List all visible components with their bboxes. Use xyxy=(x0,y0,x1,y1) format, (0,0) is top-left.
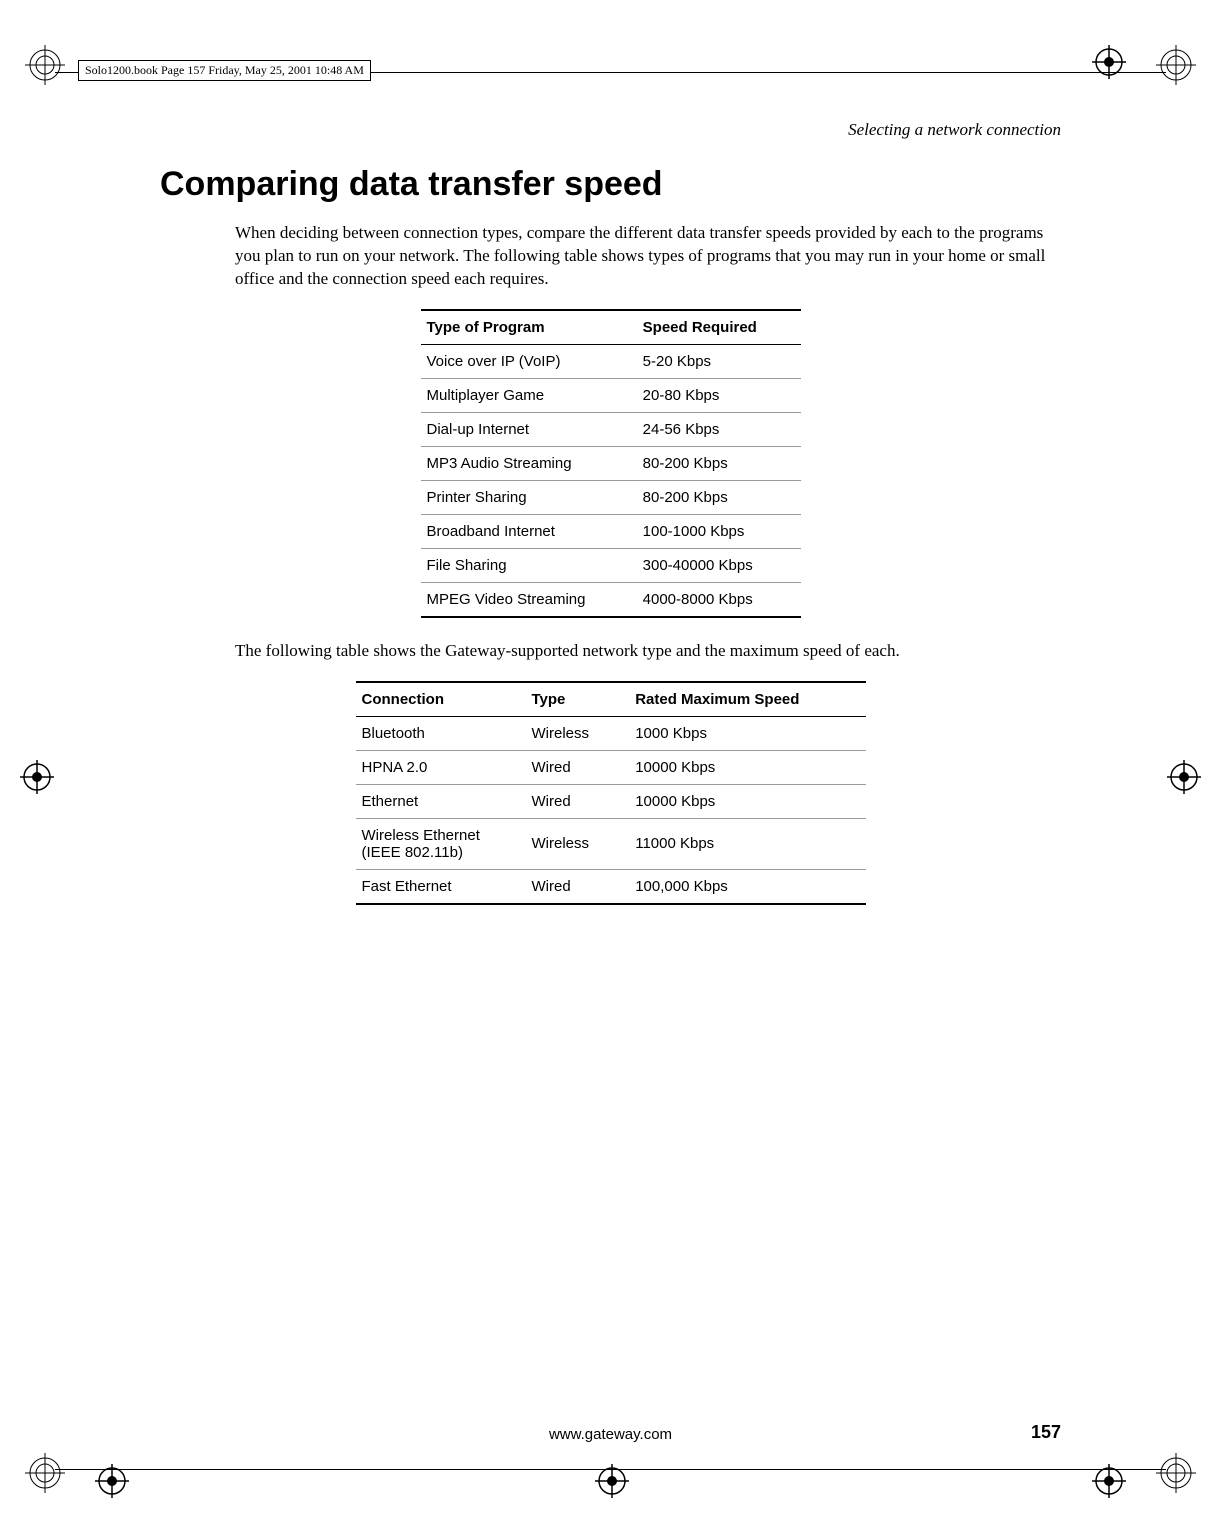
table-cell: Multiplayer Game xyxy=(421,378,637,412)
footer: www.gateway.com 157 xyxy=(160,1426,1061,1443)
footer-url: www.gateway.com xyxy=(549,1426,672,1443)
crosshair-icon xyxy=(1092,45,1126,79)
table-cell: File Sharing xyxy=(421,548,637,582)
table-cell: 10000 Kbps xyxy=(629,784,865,818)
table-cell: 5-20 Kbps xyxy=(637,344,801,378)
table-cell: 100,000 Kbps xyxy=(629,869,865,904)
print-header-tag: Solo1200.book Page 157 Friday, May 25, 2… xyxy=(78,60,371,81)
table-header: Connection xyxy=(356,682,526,717)
table-cell: HPNA 2.0 xyxy=(356,750,526,784)
table-cell: Wireless xyxy=(526,818,630,869)
table-header: Type xyxy=(526,682,630,717)
table-row: Broadband Internet100-1000 Kbps xyxy=(421,514,801,548)
table-cell: 20-80 Kbps xyxy=(637,378,801,412)
table-row: Fast EthernetWired100,000 Kbps xyxy=(356,869,866,904)
table-header: Speed Required xyxy=(637,310,801,345)
table-row: Wireless Ethernet (IEEE 802.11b)Wireless… xyxy=(356,818,866,869)
crosshair-icon xyxy=(1167,760,1201,794)
table-cell: Wireless Ethernet (IEEE 802.11b) xyxy=(356,818,526,869)
table-cell: 100-1000 Kbps xyxy=(637,514,801,548)
table-row: BluetoothWireless1000 Kbps xyxy=(356,716,866,750)
table-cell: Fast Ethernet xyxy=(356,869,526,904)
connection-type-table: Connection Type Rated Maximum Speed Blue… xyxy=(356,681,866,905)
page-number: 157 xyxy=(1031,1422,1061,1443)
page-title: Comparing data transfer speed xyxy=(160,165,1061,204)
table-cell: Wired xyxy=(526,750,630,784)
table-cell: Wired xyxy=(526,784,630,818)
table-cell: 1000 Kbps xyxy=(629,716,865,750)
registration-mark-bl xyxy=(25,1453,65,1498)
table-row: Voice over IP (VoIP)5-20 Kbps xyxy=(421,344,801,378)
running-header: Selecting a network connection xyxy=(160,120,1061,140)
footer-rule xyxy=(55,1469,1166,1470)
program-speed-table: Type of Program Speed Required Voice ove… xyxy=(421,309,801,618)
table-cell: Wired xyxy=(526,869,630,904)
table-cell: Ethernet xyxy=(356,784,526,818)
table-cell: Bluetooth xyxy=(356,716,526,750)
table-row: Multiplayer Game20-80 Kbps xyxy=(421,378,801,412)
table-cell: 80-200 Kbps xyxy=(637,480,801,514)
table-row: EthernetWired10000 Kbps xyxy=(356,784,866,818)
table-header: Type of Program xyxy=(421,310,637,345)
table-cell: 300-40000 Kbps xyxy=(637,548,801,582)
table-cell: 10000 Kbps xyxy=(629,750,865,784)
crosshair-icon xyxy=(20,760,54,794)
table-row: MP3 Audio Streaming80-200 Kbps xyxy=(421,446,801,480)
table-cell: 4000-8000 Kbps xyxy=(637,582,801,617)
table-row: Dial-up Internet24-56 Kbps xyxy=(421,412,801,446)
table-cell: Wireless xyxy=(526,716,630,750)
intro-paragraph-1: When deciding between connection types, … xyxy=(160,222,1061,291)
table-row: File Sharing300-40000 Kbps xyxy=(421,548,801,582)
table-row: Printer Sharing80-200 Kbps xyxy=(421,480,801,514)
table-row: MPEG Video Streaming4000-8000 Kbps xyxy=(421,582,801,617)
table-cell: Voice over IP (VoIP) xyxy=(421,344,637,378)
table-cell: 80-200 Kbps xyxy=(637,446,801,480)
table-cell: Broadband Internet xyxy=(421,514,637,548)
table-cell: MP3 Audio Streaming xyxy=(421,446,637,480)
registration-mark-tr xyxy=(1156,45,1196,90)
table-row: HPNA 2.0Wired10000 Kbps xyxy=(356,750,866,784)
registration-mark-tl xyxy=(25,45,65,90)
table-cell: 11000 Kbps xyxy=(629,818,865,869)
table-header: Rated Maximum Speed xyxy=(629,682,865,717)
table-cell: 24-56 Kbps xyxy=(637,412,801,446)
table-cell: Printer Sharing xyxy=(421,480,637,514)
table-cell: MPEG Video Streaming xyxy=(421,582,637,617)
table-cell: Dial-up Internet xyxy=(421,412,637,446)
registration-mark-br xyxy=(1156,1453,1196,1498)
intro-paragraph-2: The following table shows the Gateway-su… xyxy=(160,640,1061,663)
